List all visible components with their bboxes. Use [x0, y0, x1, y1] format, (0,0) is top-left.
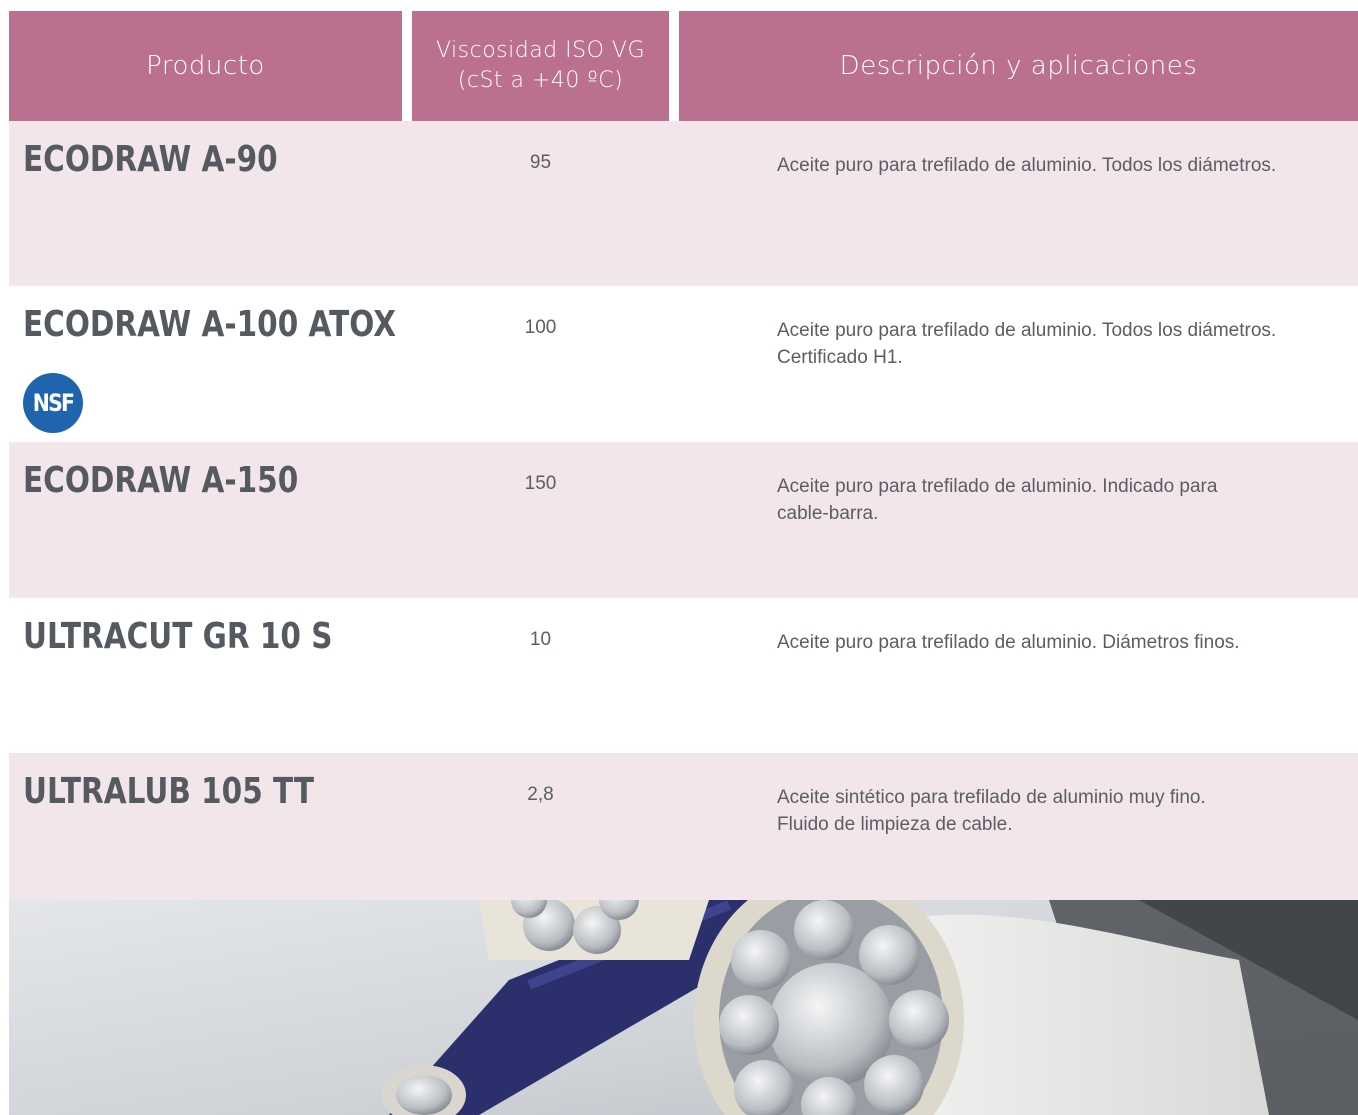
description-line: Aceite puro para trefilado de aluminio. …: [777, 155, 1277, 176]
nsf-badge-text: NSF: [32, 389, 75, 417]
table-row: ECODRAW A-100 ATOX NSF 100 Aceite puro p…: [9, 286, 1358, 442]
nsf-certification-badge: NSF: [23, 373, 83, 433]
description-line: Certificado H1.: [777, 347, 903, 368]
table-row: ULTRALUB 105 TT 2,8 Aceite sintético par…: [9, 753, 1358, 900]
product-name: ULTRALUB 105 TT: [23, 771, 314, 812]
description-line: Aceite sintético para trefilado de alumi…: [777, 787, 1206, 808]
product-description: Aceite puro para trefilado de aluminio. …: [777, 317, 1337, 371]
header-viscosity: Viscosidad ISO VG (cSt a +40 ºC): [412, 11, 669, 121]
viscosity-value: 2,8: [527, 784, 554, 805]
viscosity-value: 150: [524, 473, 557, 494]
table-row: ECODRAW A-90 95 Aceite puro para trefila…: [9, 121, 1358, 286]
product-name: ECODRAW A-90: [23, 139, 278, 180]
product-name: ECODRAW A-100 ATOX: [23, 304, 397, 345]
aluminium-cable-photo: [9, 900, 1358, 1115]
product-description: Aceite sintético para trefilado de alumi…: [777, 784, 1337, 838]
table-row: ECODRAW A-150 150 Aceite puro para trefi…: [9, 442, 1358, 598]
product-description: Aceite puro para trefilado de aluminio. …: [777, 152, 1337, 179]
table-row: ULTRACUT GR 10 S 10 Aceite puro para tre…: [9, 598, 1358, 753]
description-line: cable-barra.: [777, 503, 879, 524]
description-line: Aceite puro para trefilado de aluminio. …: [777, 632, 1240, 653]
description-line: Fluido de limpieza de cable.: [777, 814, 1013, 835]
table-header: Producto Viscosidad ISO VG (cSt a +40 ºC…: [9, 11, 1358, 121]
product-name: ULTRACUT GR 10 S: [23, 616, 333, 657]
viscosity-value: 95: [529, 152, 552, 173]
product-description: Aceite puro para trefilado de aluminio. …: [777, 473, 1337, 527]
header-product: Producto: [9, 11, 402, 121]
header-description: Descripción y aplicaciones: [679, 11, 1358, 121]
product-description: Aceite puro para trefilado de aluminio. …: [777, 629, 1337, 656]
viscosity-value: 100: [524, 317, 557, 338]
description-line: Aceite puro para trefilado de aluminio. …: [777, 476, 1218, 497]
description-line: Aceite puro para trefilado de aluminio. …: [777, 320, 1277, 341]
header-viscosity-line1: Viscosidad ISO VG: [435, 38, 646, 63]
header-viscosity-line2: (cSt a +40 ºC): [457, 68, 624, 93]
viscosity-value: 10: [529, 629, 552, 650]
product-name: ECODRAW A-150: [23, 460, 299, 501]
